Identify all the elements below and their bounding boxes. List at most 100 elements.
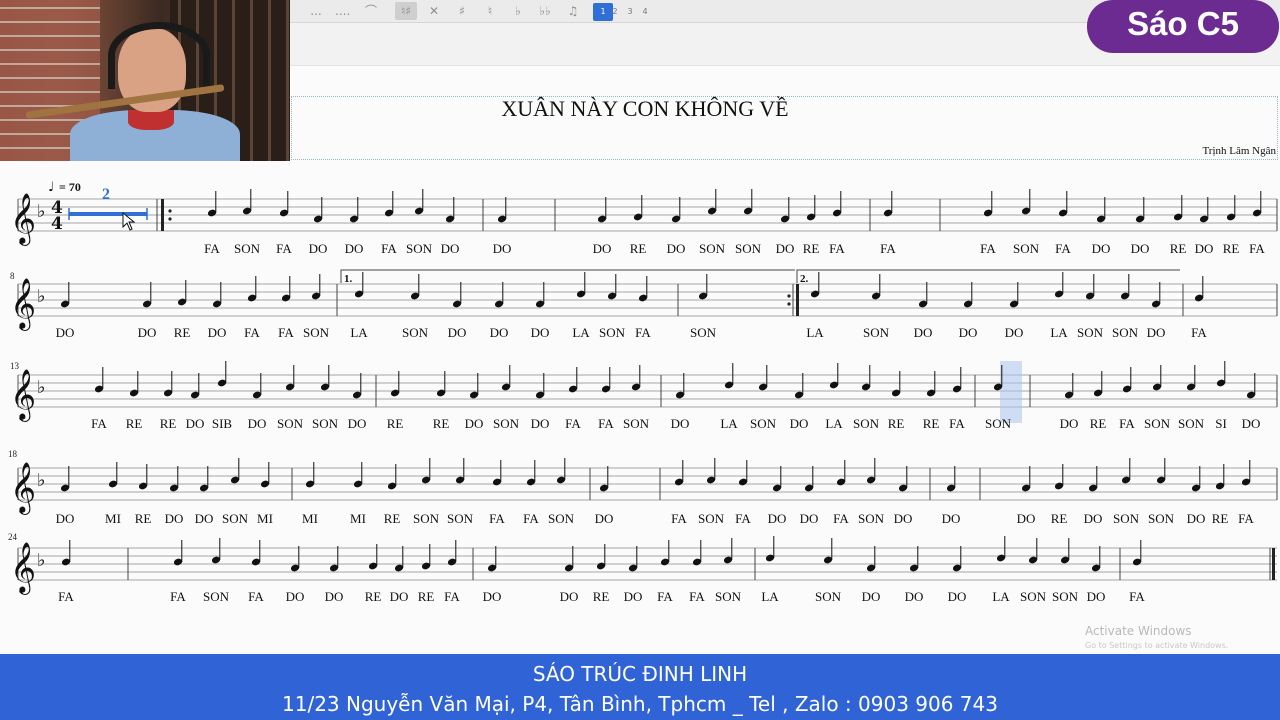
- lyric-syllable[interactable]: DO: [1195, 241, 1214, 256]
- lyric-syllable[interactable]: SON: [1112, 325, 1139, 340]
- lyric-syllable[interactable]: SON: [1178, 416, 1205, 431]
- treble-clef-icon[interactable]: 𝄞: [10, 278, 36, 331]
- lyric-syllable[interactable]: RE: [384, 511, 401, 526]
- lyric-syllable[interactable]: DO: [768, 511, 787, 526]
- lyric-syllable[interactable]: DO: [208, 325, 227, 340]
- lyric-syllable[interactable]: FA: [880, 241, 896, 256]
- treble-clef-icon[interactable]: 𝄞: [10, 542, 36, 595]
- lyric-syllable[interactable]: SON: [1148, 511, 1175, 526]
- lyric-syllable[interactable]: SON: [493, 416, 520, 431]
- treble-clef-icon[interactable]: 𝄞: [10, 369, 36, 422]
- lyric-syllable[interactable]: DO: [800, 511, 819, 526]
- lyric-syllable[interactable]: FA: [1238, 511, 1254, 526]
- lyric-syllable[interactable]: SON: [1144, 416, 1171, 431]
- lyric-syllable[interactable]: DO: [531, 325, 550, 340]
- lyric-syllable[interactable]: SON: [402, 325, 429, 340]
- lyric-syllable[interactable]: DO: [894, 511, 913, 526]
- lyric-syllable[interactable]: FA: [1129, 589, 1145, 604]
- lyric-syllable[interactable]: DO: [914, 325, 933, 340]
- lyric-syllable[interactable]: DO: [624, 589, 643, 604]
- lyric-syllable[interactable]: DO: [560, 589, 579, 604]
- lyric-syllable[interactable]: FA: [489, 511, 505, 526]
- lyric-syllable[interactable]: DO: [465, 416, 484, 431]
- lyric-syllable[interactable]: SI: [1215, 416, 1227, 431]
- lyric-syllable[interactable]: RE: [1223, 241, 1240, 256]
- lyric-syllable[interactable]: DO: [905, 589, 924, 604]
- lyric-syllable[interactable]: FA: [980, 241, 996, 256]
- lyric-syllable[interactable]: MI: [257, 511, 273, 526]
- lyric-syllable[interactable]: LA: [761, 589, 779, 604]
- lyric-syllable[interactable]: DO: [56, 325, 75, 340]
- lyric-syllable[interactable]: DO: [776, 241, 795, 256]
- lyric-syllable[interactable]: DO: [490, 325, 509, 340]
- lyric-syllable[interactable]: SON: [447, 511, 474, 526]
- lyric-syllable[interactable]: DO: [441, 241, 460, 256]
- lyric-syllable[interactable]: FA: [276, 241, 292, 256]
- key-flat-icon[interactable]: ♭: [37, 286, 46, 307]
- lyric-syllable[interactable]: DO: [195, 511, 214, 526]
- lyric-syllable[interactable]: SON: [413, 511, 440, 526]
- lyric-syllable[interactable]: FA: [244, 325, 260, 340]
- lyric-syllable[interactable]: SON: [1077, 325, 1104, 340]
- lyric-syllable[interactable]: RE: [160, 416, 177, 431]
- lyric-syllable[interactable]: LA: [720, 416, 738, 431]
- lyric-syllable[interactable]: SON: [698, 511, 725, 526]
- lyric-syllable[interactable]: DO: [531, 416, 550, 431]
- lyric-syllable[interactable]: DO: [309, 241, 328, 256]
- lyric-syllable[interactable]: RE: [365, 589, 382, 604]
- lyric-syllable[interactable]: DO: [942, 511, 961, 526]
- lyric-syllable[interactable]: DO: [862, 589, 881, 604]
- lyric-syllable[interactable]: DO: [593, 241, 612, 256]
- lyric-syllable[interactable]: FA: [735, 511, 751, 526]
- selected-measure-rest[interactable]: [69, 212, 147, 216]
- lyric-syllable[interactable]: FA: [829, 241, 845, 256]
- lyric-syllable[interactable]: FA: [598, 416, 614, 431]
- lyric-syllable[interactable]: FA: [381, 241, 397, 256]
- lyric-syllable[interactable]: FA: [689, 589, 705, 604]
- lyric-syllable[interactable]: FA: [523, 511, 539, 526]
- lyric-syllable[interactable]: DO: [345, 241, 364, 256]
- lyric-syllable[interactable]: FA: [91, 416, 107, 431]
- lyric-syllable[interactable]: SON: [277, 416, 304, 431]
- lyric-syllable[interactable]: SON: [312, 416, 339, 431]
- lyric-syllable[interactable]: FA: [833, 511, 849, 526]
- lyric-syllable[interactable]: FA: [1119, 416, 1135, 431]
- lyric-syllable[interactable]: DO: [1005, 325, 1024, 340]
- lyric-syllable[interactable]: DO: [248, 416, 267, 431]
- lyric-syllable[interactable]: RE: [923, 416, 940, 431]
- treble-clef-icon[interactable]: 𝄞: [10, 462, 36, 515]
- lyric-syllable[interactable]: DO: [286, 589, 305, 604]
- lyric-syllable[interactable]: DO: [790, 416, 809, 431]
- lyric-syllable[interactable]: FA: [1249, 241, 1265, 256]
- lyric-syllable[interactable]: SON: [1052, 589, 1079, 604]
- lyric-syllable[interactable]: DO: [483, 589, 502, 604]
- key-flat-icon[interactable]: ♭: [37, 470, 46, 491]
- lyric-syllable[interactable]: FA: [671, 511, 687, 526]
- lyric-syllable[interactable]: RE: [433, 416, 450, 431]
- lyric-syllable[interactable]: DO: [448, 325, 467, 340]
- treble-clef-icon[interactable]: 𝄞: [10, 193, 36, 246]
- lyric-syllable[interactable]: FA: [444, 589, 460, 604]
- lyric-syllable[interactable]: MI: [105, 511, 121, 526]
- lyric-syllable[interactable]: LA: [825, 416, 843, 431]
- lyric-syllable[interactable]: RE: [387, 416, 404, 431]
- lyric-syllable[interactable]: DO: [948, 589, 967, 604]
- lyric-syllable[interactable]: LA: [350, 325, 368, 340]
- lyric-syllable[interactable]: FA: [1191, 325, 1207, 340]
- lyric-syllable[interactable]: SON: [599, 325, 626, 340]
- lyric-syllable[interactable]: DO: [186, 416, 205, 431]
- lyric-syllable[interactable]: FA: [949, 416, 965, 431]
- lyric-syllable[interactable]: DO: [390, 589, 409, 604]
- lyric-syllable[interactable]: SON: [715, 589, 742, 604]
- key-flat-icon[interactable]: ♭: [37, 550, 46, 571]
- lyric-syllable[interactable]: FA: [204, 241, 220, 256]
- lyric-syllable[interactable]: SON: [858, 511, 885, 526]
- lyric-syllable[interactable]: SON: [406, 241, 433, 256]
- lyric-syllable[interactable]: FA: [1055, 241, 1071, 256]
- time-signature-bottom[interactable]: 4: [51, 214, 63, 234]
- lyric-syllable[interactable]: DO: [1017, 511, 1036, 526]
- lyric-syllable[interactable]: RE: [135, 511, 152, 526]
- lyric-syllable[interactable]: LA: [572, 325, 590, 340]
- lyric-syllable[interactable]: SON: [815, 589, 842, 604]
- lyric-syllable[interactable]: SON: [222, 511, 249, 526]
